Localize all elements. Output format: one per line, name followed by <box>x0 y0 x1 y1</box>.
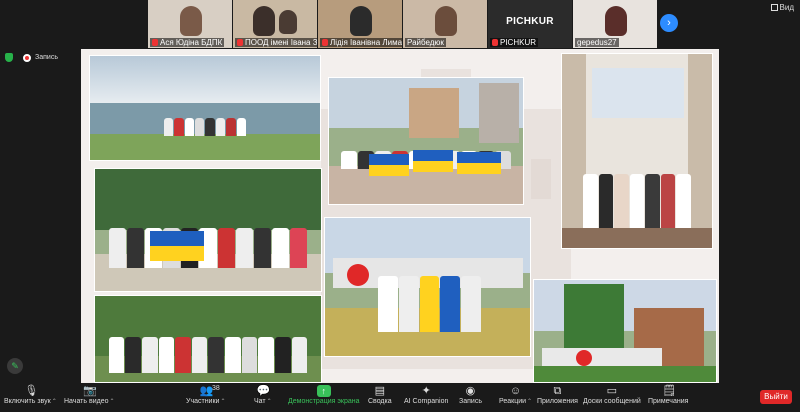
camera-off-icon: 📷 <box>83 385 97 397</box>
apps-icon: ⧉ <box>553 385 562 397</box>
group-photo-kyiv-sign <box>324 217 531 357</box>
mic-muted-icon: 🎙 <box>24 385 39 397</box>
participant-tile[interactable]: Райбедюк <box>403 0 487 48</box>
whiteboard-icon: ▭ <box>606 385 618 397</box>
participant-tile[interactable]: gepedus27 <box>573 0 657 48</box>
muted-mic-icon <box>322 39 328 46</box>
muted-mic-icon <box>492 39 498 46</box>
record-button[interactable]: ◉ Запись <box>459 385 482 405</box>
grid-icon <box>770 4 778 11</box>
participant-face <box>279 10 297 34</box>
share-screen-icon: ↑ <box>316 385 331 397</box>
people-icon: 👥 <box>199 385 214 397</box>
chat-icon: 💬 <box>256 385 271 397</box>
muted-mic-icon <box>152 39 158 46</box>
caret-up-icon[interactable]: ⌃ <box>527 399 532 405</box>
ukraine-flag <box>413 150 453 172</box>
pencil-icon[interactable]: ✎ <box>7 358 23 374</box>
view-label: Вид <box>779 3 794 12</box>
group-photo-flag <box>94 168 322 292</box>
recording-indicator: Запись <box>5 53 58 62</box>
meeting-toolbar: 🎙 Включить звук⌃ 📷 Начать видео⌃ 👥 Участник… <box>0 383 800 412</box>
share-label: Демонстрация экрана <box>288 398 360 405</box>
group-photo-square <box>328 77 524 205</box>
smiley-icon: ☺ <box>509 385 522 397</box>
record-label: Запись <box>459 398 482 405</box>
ukraine-flag <box>150 231 204 261</box>
participant-tile[interactable]: Ася Юдіна БДПК <box>148 0 232 48</box>
participants-label: Участники <box>186 398 220 405</box>
notes-button[interactable]: 🗒 Примечания <box>648 385 688 405</box>
record-dot-icon <box>23 53 31 62</box>
document-icon: ▤ <box>374 385 386 397</box>
participant-name: PICHKUR <box>490 38 539 47</box>
chat-button[interactable]: 💬 Чат⌃ <box>254 385 272 405</box>
participant-name: Райбедюк <box>405 38 446 47</box>
participant-tile[interactable]: Лідія Іванівна Лимаренко <box>318 0 402 48</box>
group-photo-staircase <box>561 53 713 249</box>
ai-companion-label: AI Companion <box>404 398 449 405</box>
participant-name: Ася Юдіна БДПК <box>150 38 225 47</box>
participant-strip: Ася Юдіна БДПК ПООД імені Івана Зязюна Л… <box>0 0 800 50</box>
participant-face <box>253 6 275 36</box>
record-icon: ◉ <box>465 385 476 397</box>
participant-big-name: PICHKUR <box>506 16 554 27</box>
share-screen-button[interactable]: ↑ Демонстрация экрана <box>288 385 360 405</box>
participant-face <box>605 6 627 36</box>
view-button[interactable]: Вид <box>770 3 794 12</box>
unmute-label: Включить звук <box>4 398 51 405</box>
caret-up-icon[interactable]: ⌃ <box>267 399 272 405</box>
ukraine-flag <box>457 152 501 174</box>
apps-button[interactable]: ⧉ Приложения <box>537 385 578 405</box>
ai-companion-button[interactable]: ✦ AI Companion <box>404 385 448 405</box>
group-photo-trees <box>94 295 322 383</box>
sparkle-icon: ✦ <box>421 385 431 397</box>
participant-face <box>350 6 372 36</box>
summary-button[interactable]: ▤ Сводка <box>368 385 392 405</box>
start-video-label: Начать видео <box>64 398 109 405</box>
chevron-right-icon: › <box>667 17 671 29</box>
participant-name: Лідія Іванівна Лимаренко <box>320 38 402 47</box>
participant-name: ПООД імені Івана Зязюна <box>235 38 317 47</box>
notes-label: Примечания <box>648 398 689 405</box>
caret-up-icon[interactable]: ⌃ <box>220 399 225 405</box>
whiteboards-label: Доски сообщений <box>583 398 641 405</box>
recording-label: Запись <box>35 54 58 61</box>
ukraine-flag <box>369 154 409 176</box>
summary-label: Сводка <box>368 398 392 405</box>
group-photo-bdpu-sign <box>533 279 717 383</box>
participants-count: 38 <box>212 385 220 392</box>
shield-icon <box>5 53 13 62</box>
start-video-button[interactable]: 📷 Начать видео⌃ <box>64 385 115 405</box>
whiteboards-button[interactable]: ▭ Доски сообщений <box>583 385 641 405</box>
chat-label: Чат <box>254 398 266 405</box>
reactions-label: Реакции <box>499 398 527 405</box>
participant-name: gepedus27 <box>575 38 619 47</box>
caret-up-icon[interactable]: ⌃ <box>109 399 114 405</box>
participant-tile[interactable]: ПООД імені Івана Зязюна <box>233 0 317 48</box>
apps-label: Приложения <box>537 398 578 405</box>
reactions-button[interactable]: ☺ Реакции⌃ <box>499 385 532 405</box>
next-page-button[interactable]: › <box>660 14 678 32</box>
notes-icon: 🗒 <box>662 385 677 397</box>
group-photo-lake <box>89 55 321 161</box>
caret-up-icon[interactable]: ⌃ <box>52 399 57 405</box>
participant-face <box>180 6 202 36</box>
muted-mic-icon <box>237 39 243 46</box>
shared-screen <box>81 49 719 383</box>
participant-face <box>435 6 457 36</box>
participant-tile[interactable]: PICHKUR PICHKUR <box>488 0 572 48</box>
unmute-button[interactable]: 🎙 Включить звук⌃ <box>4 385 57 405</box>
leave-button[interactable]: Выйти <box>760 390 792 404</box>
